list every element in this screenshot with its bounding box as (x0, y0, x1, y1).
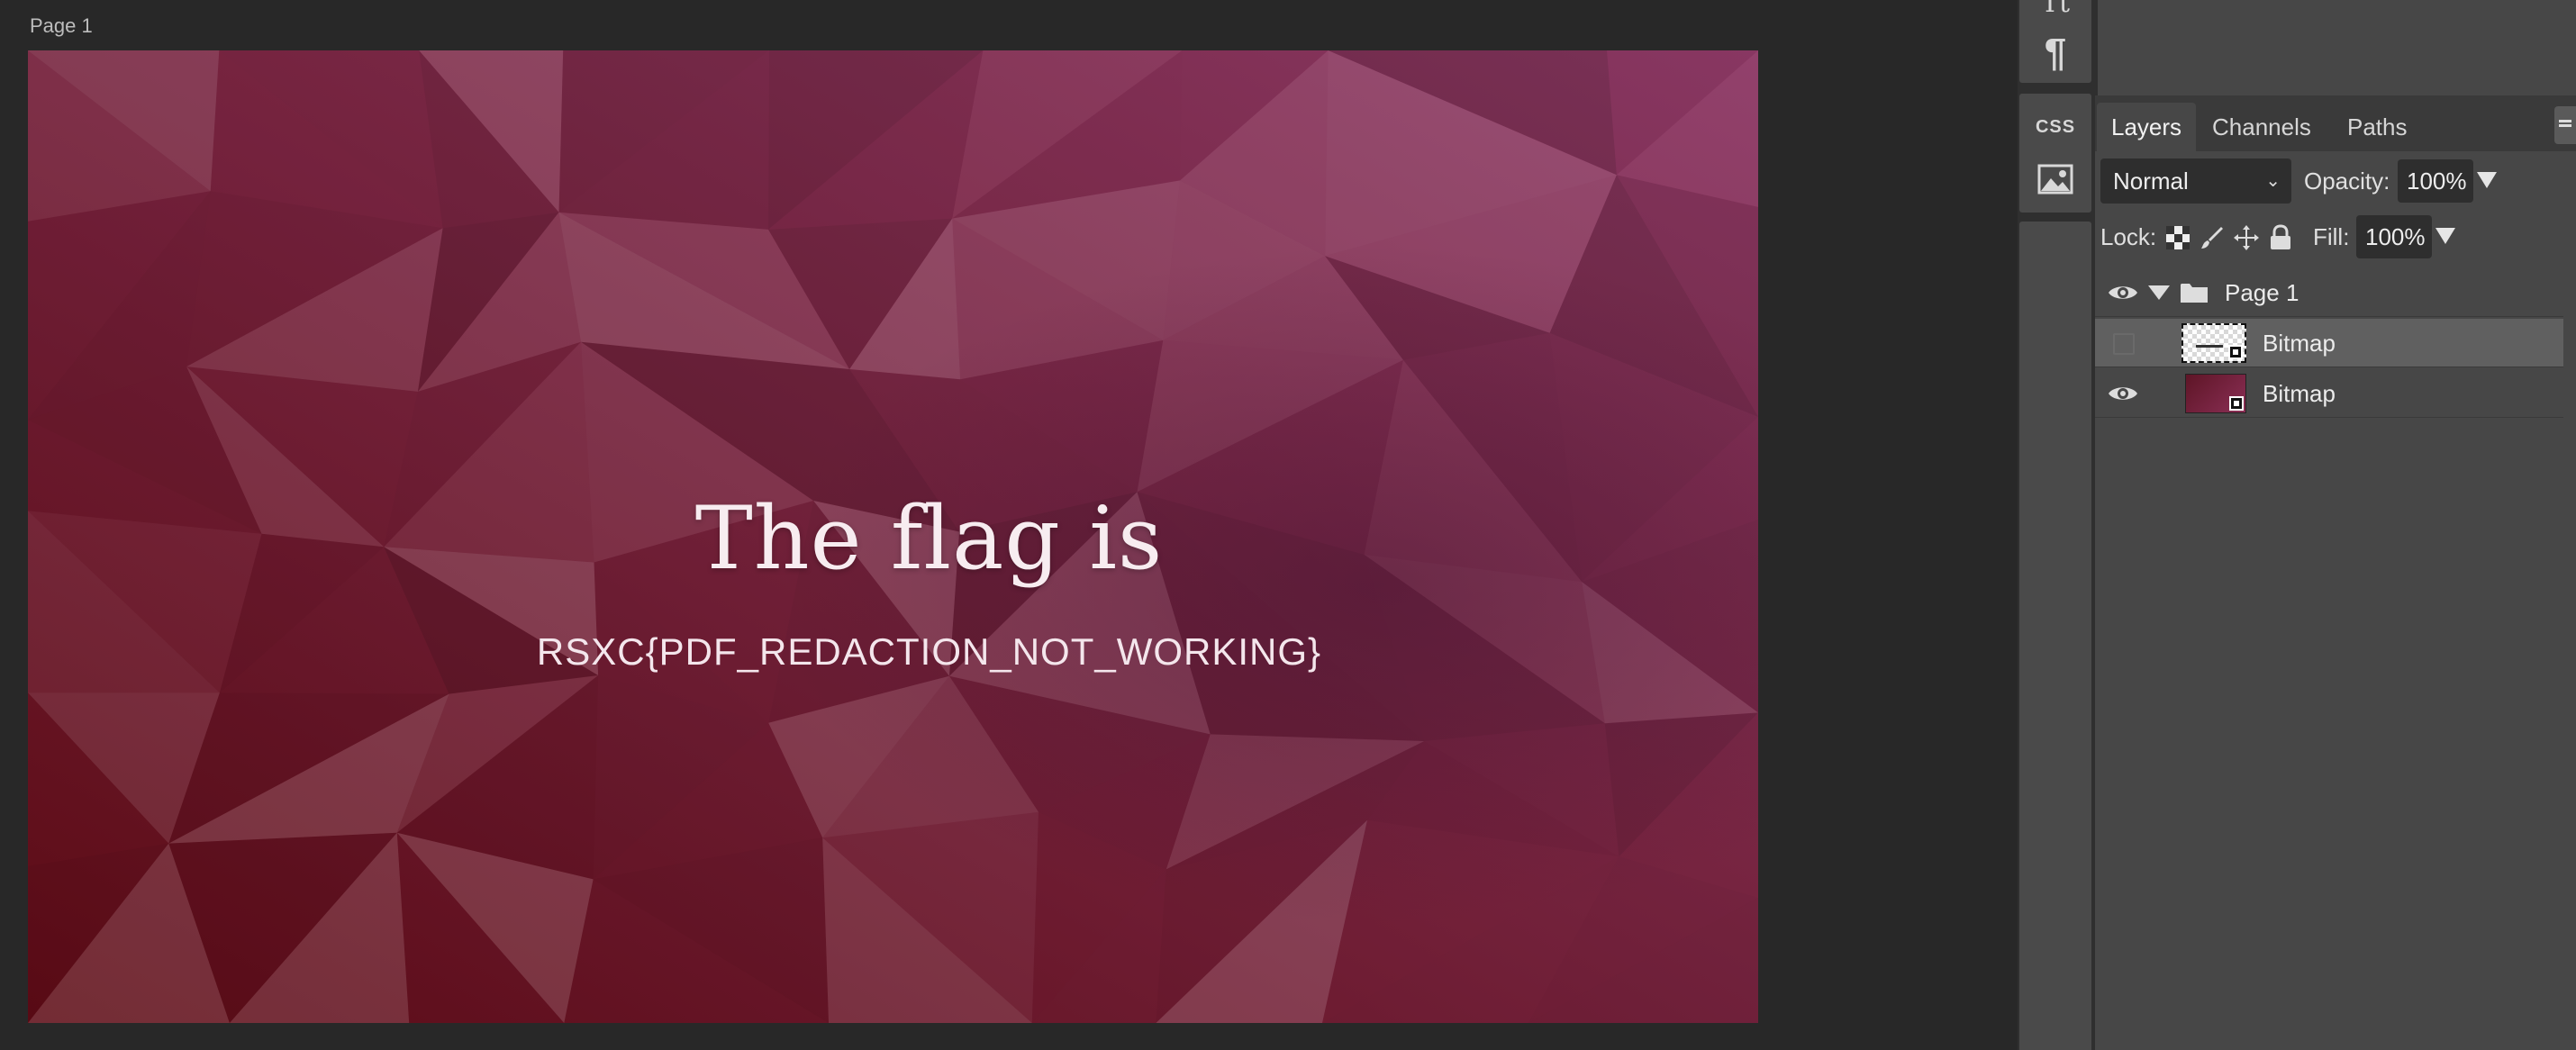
layer-row-folder[interactable]: Page 1 (2095, 268, 2563, 317)
paragraph-tool-button[interactable]: ¶ (2019, 31, 2091, 76)
document-canvas[interactable]: The flag is RSXC{PDF_REDACTION_NOT_WORKI… (28, 50, 1758, 1023)
layer-name: Bitmap (2263, 380, 2336, 407)
fill-label: Fill: (2313, 223, 2350, 250)
menu-icon (2559, 123, 2571, 127)
panel-menu-button[interactable] (2554, 106, 2576, 144)
tool-strip-empty (2019, 222, 2091, 1050)
tool-strip: Tt ¶ CSS (2018, 0, 2095, 1050)
blend-mode-select[interactable]: Normal ⌄ (2100, 158, 2291, 204)
text-tool-group: Tt ¶ (2019, 0, 2091, 83)
layer-name: Bitmap (2263, 330, 2336, 357)
visibility-eye-icon[interactable] (2108, 381, 2138, 406)
page-label: Page 1 (30, 14, 93, 37)
smart-object-badge-icon (2228, 345, 2243, 359)
image-export-button[interactable] (2019, 158, 2091, 204)
flag-heading: The flag is (694, 488, 1164, 589)
expand-triangle-icon[interactable] (2147, 285, 2171, 305)
export-tool-group: CSS (2019, 94, 2091, 213)
css-export-button[interactable]: CSS (2019, 104, 2091, 149)
folder-icon (2180, 281, 2209, 309)
panel-tabs: Layers Channels Paths (2095, 95, 2576, 151)
fill-field[interactable]: 100% (2356, 215, 2432, 258)
visibility-toggle-off[interactable] (2113, 333, 2135, 355)
flag-text: RSXC{PDF_REDACTION_NOT_WORKING} (536, 630, 1322, 673)
text-tool-button[interactable]: Tt (2019, 0, 2091, 19)
lock-label: Lock: (2100, 223, 2157, 250)
tab-channels[interactable]: Channels (2198, 103, 2326, 151)
smart-object-badge-icon (2229, 396, 2244, 411)
blend-row: Normal ⌄ Opacity: 100% (2095, 158, 2576, 205)
fill-dropdown-icon[interactable] (2435, 228, 2455, 244)
lock-transparency-icon[interactable] (2163, 223, 2192, 252)
opacity-field[interactable]: 100% (2398, 159, 2473, 203)
lock-all-icon[interactable] (2266, 223, 2295, 252)
layer-name: Page 1 (2225, 279, 2299, 306)
lock-position-move-icon[interactable] (2232, 223, 2261, 252)
document-workspace[interactable]: Page 1 The flag is RSXC{PDF_REDACTION_NO… (0, 0, 2018, 1050)
opacity-label: Opacity: (2304, 167, 2390, 195)
panel-top-area (2095, 0, 2576, 95)
blend-mode-value: Normal (2113, 167, 2189, 195)
layer-thumbnail-transparent (2181, 323, 2246, 363)
layer-thumbnail-image (2185, 374, 2246, 413)
tab-layers[interactable]: Layers (2097, 103, 2197, 151)
layer-row-bitmap[interactable]: Bitmap (2095, 369, 2563, 418)
lock-pixels-brush-icon[interactable] (2198, 223, 2227, 252)
tab-paths[interactable]: Paths (2333, 103, 2422, 151)
layers-panel: Layers Channels Paths Normal ⌄ Opacity: … (2095, 0, 2576, 1050)
chevron-down-icon: ⌄ (2265, 171, 2281, 191)
lock-row: Lock: Fill: 100% (2095, 214, 2576, 261)
opacity-dropdown-icon[interactable] (2477, 172, 2497, 188)
layer-row-bitmap-selected[interactable]: Bitmap (2095, 319, 2563, 367)
visibility-eye-icon[interactable] (2108, 280, 2138, 305)
image-icon (2037, 164, 2073, 199)
